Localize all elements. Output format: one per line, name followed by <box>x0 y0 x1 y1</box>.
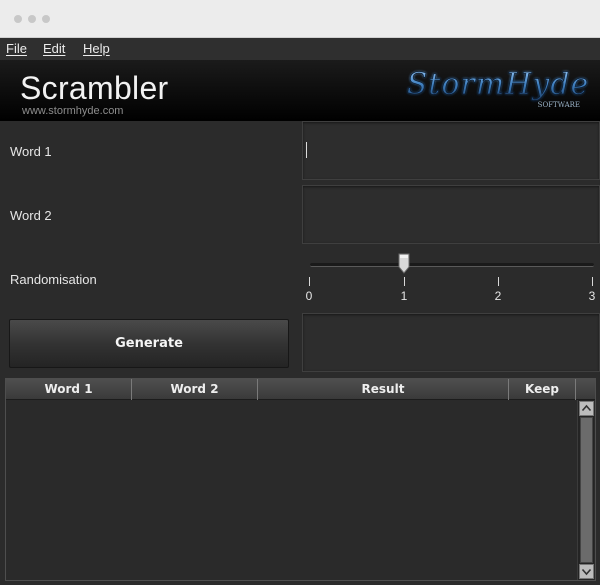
app-url: www.stormhyde.com <box>22 105 124 117</box>
word1-input[interactable] <box>302 121 600 180</box>
table-scrollbar[interactable] <box>577 400 594 580</box>
stormhyde-logo: StormHyde SOFTWARE <box>406 67 590 109</box>
logo-subtitle: SOFTWARE <box>538 101 580 109</box>
generate-button[interactable]: Generate <box>9 319 289 368</box>
window-control-zoom[interactable] <box>42 15 50 23</box>
column-header-result[interactable]: Result <box>258 379 509 400</box>
column-header-word1[interactable]: Word 1 <box>6 379 132 400</box>
randomisation-slider-track[interactable] <box>310 263 594 267</box>
column-header-keep[interactable]: Keep <box>509 379 576 400</box>
window-titlebar <box>0 0 600 38</box>
column-header-word2[interactable]: Word 2 <box>132 379 258 400</box>
menu-file[interactable]: File <box>6 41 27 56</box>
menu-help[interactable]: Help <box>83 41 110 56</box>
text-caret <box>306 142 307 158</box>
slider-tick-label-1: 1 <box>400 289 408 303</box>
slider-tick-2 <box>498 277 499 286</box>
randomisation-label: Randomisation <box>10 272 97 287</box>
app-banner: Scrambler www.stormhyde.com StormHyde SO… <box>0 60 600 121</box>
chevron-up-icon <box>581 404 592 412</box>
window-control-minimize[interactable] <box>28 15 36 23</box>
randomisation-slider-thumb[interactable] <box>398 253 410 274</box>
app-title: Scrambler <box>20 70 169 106</box>
logo-wordmark: StormHyde <box>407 67 590 102</box>
word2-label: Word 2 <box>10 208 52 223</box>
results-table: Word 1 Word 2 Result Keep <box>5 378 596 581</box>
slider-tick-label-0: 0 <box>305 289 313 303</box>
slider-tick-label-3: 3 <box>588 289 596 303</box>
table-header: Word 1 Word 2 Result Keep <box>6 379 595 400</box>
slider-tick-1 <box>404 277 405 286</box>
result-output[interactable] <box>302 313 600 372</box>
scroll-thumb[interactable] <box>580 417 593 563</box>
word2-input[interactable] <box>302 185 600 244</box>
scroll-down-button[interactable] <box>579 564 594 579</box>
menu-bar: File Edit Help <box>0 38 600 60</box>
chevron-down-icon <box>581 568 592 576</box>
word1-label: Word 1 <box>10 144 52 159</box>
window-control-close[interactable] <box>14 15 22 23</box>
scroll-up-button[interactable] <box>579 401 594 416</box>
slider-tick-0 <box>309 277 310 286</box>
slider-tick-label-2: 2 <box>494 289 502 303</box>
menu-edit[interactable]: Edit <box>43 41 65 56</box>
slider-tick-3 <box>592 277 593 286</box>
